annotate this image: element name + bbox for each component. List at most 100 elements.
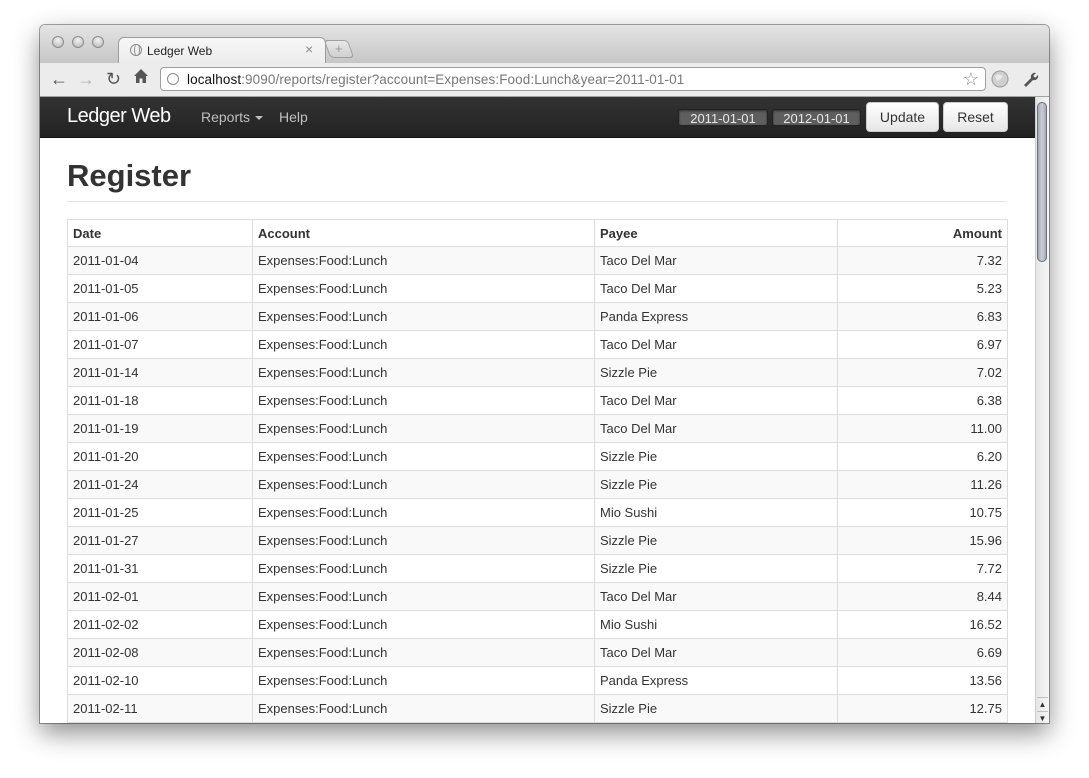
- table-row: 2011-01-05 Expenses:Food:Lunch Taco Del Ma…: [67, 274, 1008, 303]
- title-divider: [67, 201, 1007, 202]
- table-row: 2011-02-01 Expenses:Food:Lunch Taco Del Ma…: [67, 582, 1008, 611]
- cell-date: 2011-01-07: [67, 330, 253, 359]
- cell-payee: Taco Del Mar: [594, 274, 838, 303]
- cell-account: Expenses:Food:Lunch: [252, 442, 595, 471]
- cell-account: Expenses:Food:Lunch: [252, 246, 595, 275]
- cell-amount: 11.26: [837, 470, 1008, 499]
- update-button[interactable]: Update: [866, 102, 939, 132]
- cell-amount: 10.75: [837, 498, 1008, 527]
- wrench-icon[interactable]: [1021, 70, 1039, 93]
- cell-amount: 6.20: [837, 442, 1008, 471]
- cell-payee: Sizzle Pie: [594, 694, 838, 723]
- cell-amount: 11.00: [837, 414, 1008, 443]
- cell-date: 2011-01-27: [67, 526, 253, 555]
- cell-payee: Mio Sushi: [594, 610, 838, 639]
- cell-date: 2011-01-31: [67, 554, 253, 583]
- cell-payee: Sizzle Pie: [594, 526, 838, 555]
- table-row: 2011-02-10 Expenses:Food:Lunch Panda Expre…: [67, 666, 1008, 695]
- cell-account: Expenses:Food:Lunch: [252, 414, 595, 443]
- back-arrow-icon[interactable]: ←: [50, 69, 68, 89]
- table-row: 2011-02-08 Expenses:Food:Lunch Taco Del Ma…: [67, 638, 1008, 667]
- tab-strip: Ledger Web × +: [40, 25, 1049, 64]
- cell-date: 2011-01-05: [67, 274, 253, 303]
- cell-date: 2011-01-24: [67, 470, 253, 499]
- cell-date: 2011-02-01: [67, 582, 253, 611]
- column-header-payee[interactable]: Payee: [594, 219, 838, 247]
- scroll-down-icon[interactable]: ▼: [1037, 711, 1048, 723]
- cell-account: Expenses:Food:Lunch: [252, 526, 595, 555]
- cell-account: Expenses:Food:Lunch: [252, 302, 595, 331]
- plus-icon: +: [335, 41, 343, 56]
- url-text[interactable]: localhost:9090/reports/register?account=…: [187, 72, 684, 87]
- reload-icon[interactable]: ↻: [106, 69, 121, 89]
- vertical-scrollbar[interactable]: ▲ ▼: [1035, 97, 1049, 723]
- globe-extension-icon[interactable]: [991, 70, 1009, 93]
- browser-window: Ledger Web × + ← → ↻ localhost:9090/repo…: [40, 25, 1049, 723]
- cell-account: Expenses:Food:Lunch: [252, 638, 595, 667]
- cell-date: 2011-01-06: [67, 302, 253, 331]
- cell-account: Expenses:Food:Lunch: [252, 470, 595, 499]
- cell-payee: Sizzle Pie: [594, 442, 838, 471]
- cell-payee: Panda Express: [594, 302, 838, 331]
- cell-amount: 5.23: [837, 274, 1008, 303]
- cell-amount: 7.02: [837, 358, 1008, 387]
- cell-payee: Taco Del Mar: [594, 330, 838, 359]
- page-title: Register: [67, 158, 192, 193]
- new-tab-button[interactable]: +: [323, 40, 355, 58]
- page-info-icon: [167, 73, 179, 85]
- cell-payee: Sizzle Pie: [594, 554, 838, 583]
- cell-date: 2011-01-20: [67, 442, 253, 471]
- cell-payee: Taco Del Mar: [594, 246, 838, 275]
- address-bar[interactable]: localhost:9090/reports/register?account=…: [160, 67, 986, 91]
- cell-date: 2011-01-14: [67, 358, 253, 387]
- zoom-window-button[interactable]: [92, 36, 104, 48]
- cell-amount: 6.69: [837, 638, 1008, 667]
- star-icon[interactable]: ☆: [963, 69, 979, 90]
- cell-account: Expenses:Food:Lunch: [252, 358, 595, 387]
- scrollbar-thumb[interactable]: [1037, 102, 1047, 262]
- forward-arrow-icon[interactable]: →: [77, 69, 95, 89]
- scroll-up-icon[interactable]: ▲: [1037, 697, 1048, 711]
- table-row: 2011-01-04 Expenses:Food:Lunch Taco Del Ma…: [67, 246, 1008, 275]
- table-row: 2011-01-07 Expenses:Food:Lunch Taco Del Ma…: [67, 330, 1008, 359]
- to-date-input[interactable]: 2012-01-01: [772, 109, 861, 126]
- cell-amount: 7.72: [837, 554, 1008, 583]
- help-link[interactable]: Help: [279, 109, 308, 125]
- table-row: 2011-01-19 Expenses:Food:Lunch Taco Del Ma…: [67, 414, 1008, 443]
- top-navbar: Ledger Web Reports Help 2011-01-01 2012-…: [40, 97, 1035, 138]
- caret-down-icon: [255, 116, 264, 121]
- cell-amount: 15.96: [837, 526, 1008, 555]
- cell-payee: Sizzle Pie: [594, 358, 838, 387]
- cell-account: Expenses:Food:Lunch: [252, 554, 595, 583]
- reset-button[interactable]: Reset: [943, 102, 1008, 132]
- cell-amount: 7.32: [837, 246, 1008, 275]
- reports-dropdown[interactable]: Reports: [201, 109, 264, 125]
- cell-account: Expenses:Food:Lunch: [252, 386, 595, 415]
- cell-payee: Mio Sushi: [594, 498, 838, 527]
- table-row: 2011-01-31 Expenses:Food:Lunch Sizzle Pie 7…: [67, 554, 1008, 583]
- register-table: Date Account Payee Amount 2011-01-04 Expe…: [67, 219, 1008, 723]
- tab-title: Ledger Web: [147, 44, 213, 58]
- table-header-row: Date Account Payee Amount: [67, 219, 1008, 247]
- close-tab-icon[interactable]: ×: [305, 42, 313, 56]
- column-header-amount[interactable]: Amount: [837, 219, 1008, 247]
- cell-account: Expenses:Food:Lunch: [252, 330, 595, 359]
- page-favicon-icon: [130, 44, 142, 56]
- brand-link[interactable]: Ledger Web: [67, 105, 171, 128]
- table-row: 2011-01-20 Expenses:Food:Lunch Sizzle Pie 6…: [67, 442, 1008, 471]
- table-row: 2011-01-24 Expenses:Food:Lunch Sizzle Pie 1…: [67, 470, 1008, 499]
- cell-amount: 16.52: [837, 610, 1008, 639]
- minimize-window-button[interactable]: [72, 36, 84, 48]
- column-header-date[interactable]: Date: [67, 219, 253, 247]
- from-date-input[interactable]: 2011-01-01: [678, 109, 768, 126]
- cell-account: Expenses:Food:Lunch: [252, 582, 595, 611]
- close-window-button[interactable]: [52, 36, 64, 48]
- cell-amount: 12.75: [837, 694, 1008, 723]
- column-header-account[interactable]: Account: [252, 219, 595, 247]
- cell-payee: Taco Del Mar: [594, 638, 838, 667]
- browser-tab[interactable]: Ledger Web ×: [118, 37, 326, 64]
- cell-payee: Taco Del Mar: [594, 582, 838, 611]
- table-row: 2011-02-02 Expenses:Food:Lunch Mio Sushi 16…: [67, 610, 1008, 639]
- cell-amount: 13.56: [837, 666, 1008, 695]
- home-icon[interactable]: [133, 68, 149, 88]
